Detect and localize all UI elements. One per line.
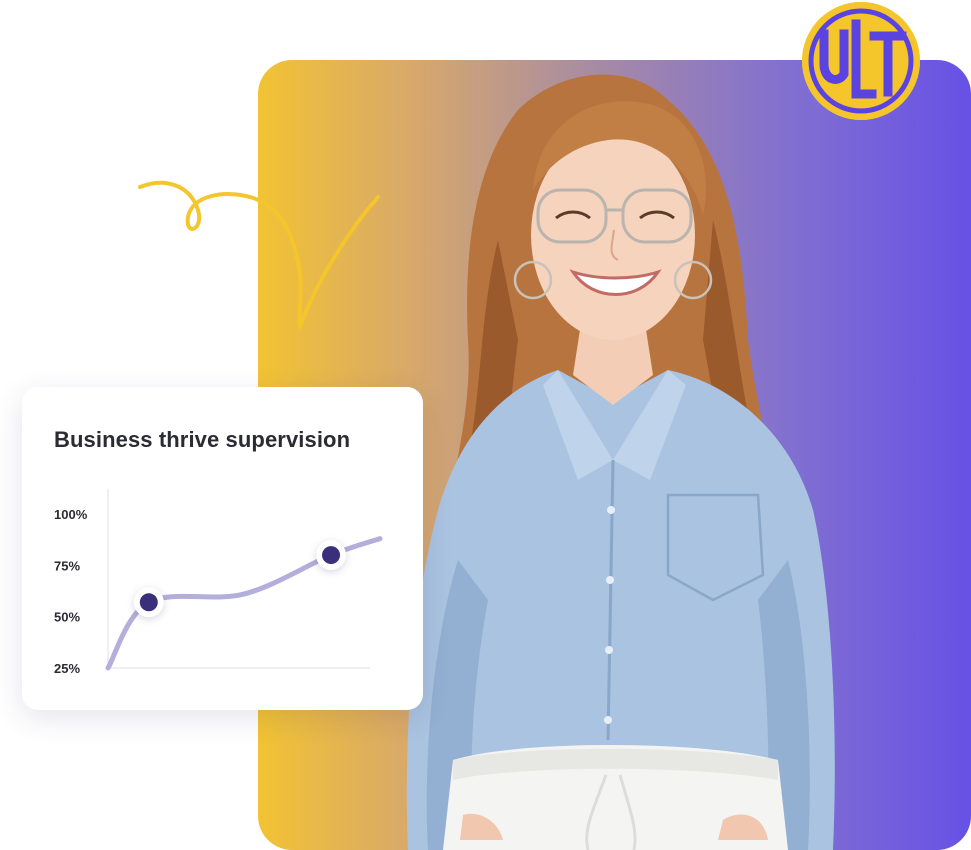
data-point[interactable]: [322, 546, 341, 565]
chart-card: Business thrive supervision 100% 75% 50% 25…: [22, 387, 423, 710]
data-point[interactable]: [139, 593, 158, 612]
decorative-squiggle: [138, 180, 380, 329]
brand-logo: [802, 2, 920, 120]
y-tick-label: 100%: [54, 507, 88, 522]
person-illustration: [406, 74, 835, 850]
line-chart: 100% 75% 50% 25%: [54, 489, 383, 676]
y-tick-label: 25%: [54, 661, 80, 676]
y-tick-label: 75%: [54, 558, 80, 573]
ult-logo-icon: [802, 2, 920, 120]
y-tick-label: 50%: [54, 610, 80, 625]
person-photo: [368, 40, 868, 850]
